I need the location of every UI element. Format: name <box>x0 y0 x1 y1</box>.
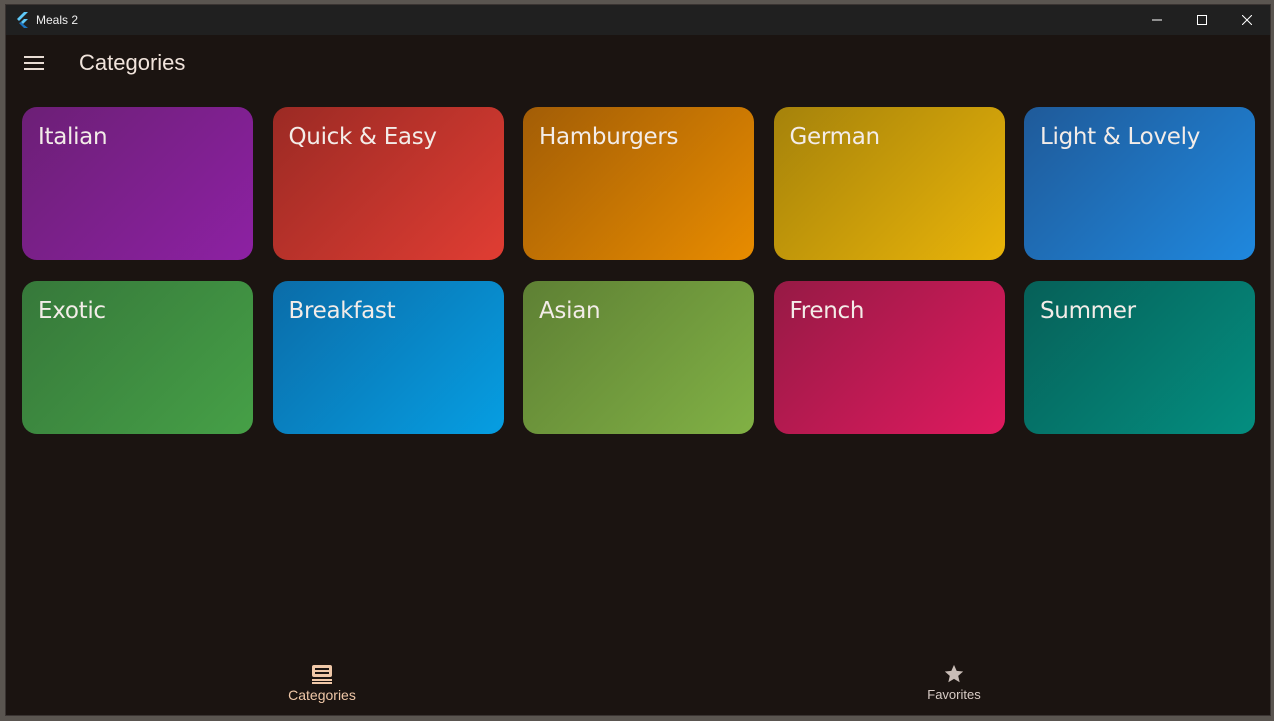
category-grid: Italian Quick & Easy Hamburgers German L… <box>22 107 1255 434</box>
category-label: Summer <box>1040 298 1136 324</box>
app-bar: Categories <box>6 35 1270 91</box>
category-card[interactable]: German <box>773 107 1005 260</box>
category-label: Asian <box>539 298 601 324</box>
flutter-logo-icon <box>15 12 31 28</box>
app-window: Meals 2 Categories Italian Quick & Easy … <box>5 4 1271 716</box>
category-label: French <box>789 298 865 324</box>
menu-icon[interactable] <box>20 49 48 77</box>
maximize-button[interactable] <box>1179 5 1225 35</box>
category-label: Breakfast <box>288 298 396 324</box>
category-card[interactable]: Exotic <box>22 281 253 434</box>
window-title: Meals 2 <box>36 13 79 27</box>
nav-label-favorites: Favorites <box>927 687 981 702</box>
nav-item-favorites[interactable]: Favorites <box>854 653 1054 715</box>
category-card[interactable]: Breakfast <box>272 281 504 434</box>
category-card[interactable]: Light & Lovely <box>1024 107 1255 260</box>
set-meal-icon <box>311 663 333 685</box>
minimize-button[interactable] <box>1134 5 1180 35</box>
close-icon <box>1242 15 1252 25</box>
category-card[interactable]: Summer <box>1024 281 1255 434</box>
category-card[interactable]: Italian <box>22 107 253 260</box>
bottom-navigation-bar: Categories Favorites <box>6 653 1270 715</box>
star-icon <box>943 663 965 685</box>
category-card[interactable]: Quick & Easy <box>272 107 504 260</box>
minimize-icon <box>1152 19 1162 21</box>
title-bar: Meals 2 <box>6 5 1270 35</box>
page-title: Categories <box>79 50 186 75</box>
close-button[interactable] <box>1224 5 1270 35</box>
maximize-icon <box>1197 15 1207 25</box>
category-label: Quick & Easy <box>288 124 438 150</box>
category-card[interactable]: Asian <box>523 281 754 434</box>
category-label: Italian <box>38 124 108 150</box>
category-label: German <box>789 124 881 150</box>
nav-item-categories[interactable]: Categories <box>222 653 422 715</box>
category-card[interactable]: French <box>773 281 1005 434</box>
category-label: Hamburgers <box>539 124 679 150</box>
category-card[interactable]: Hamburgers <box>523 107 754 260</box>
nav-label-categories: Categories <box>288 687 356 703</box>
category-label: Light & Lovely <box>1040 124 1201 150</box>
category-label: Exotic <box>38 298 106 324</box>
